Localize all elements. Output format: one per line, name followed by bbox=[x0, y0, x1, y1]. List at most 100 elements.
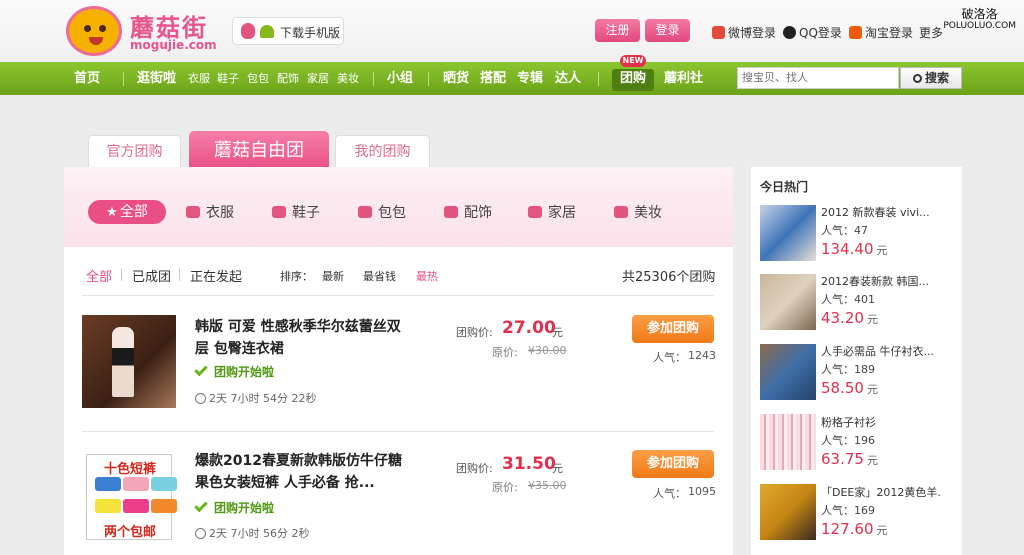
deal-countdown: 2天 7小时 56分 2秒 bbox=[195, 525, 309, 541]
watermark: 破洛洛 POLUOLUO.COM bbox=[943, 8, 1016, 32]
clock-icon bbox=[195, 528, 206, 539]
sort-hottest[interactable]: 最热 bbox=[416, 268, 438, 284]
hot-item-unit: 元 bbox=[876, 244, 888, 257]
hot-item-name[interactable]: 粉格子衬衫 bbox=[821, 414, 941, 430]
hot-item-thumbnail[interactable] bbox=[760, 414, 816, 470]
nav-sub-home[interactable]: 家居 bbox=[307, 62, 329, 95]
hot-item-pop-label: 人气： bbox=[821, 293, 854, 306]
deal-countdown: 2天 7小时 54分 22秒 bbox=[195, 390, 316, 406]
hot-item-price-value: 134.40 bbox=[821, 240, 874, 258]
taobao-icon bbox=[849, 26, 862, 39]
hot-item-thumbnail[interactable] bbox=[760, 484, 816, 540]
hot-item-name[interactable]: 2012春装新款 韩国... bbox=[821, 273, 941, 289]
ring-icon bbox=[444, 206, 458, 218]
nav-sub-clothes[interactable]: 衣服 bbox=[188, 62, 210, 95]
category-clothes[interactable]: 衣服 bbox=[186, 202, 234, 224]
weibo-login-link[interactable]: 微博登录 bbox=[712, 24, 776, 41]
nav-home[interactable]: 首页 bbox=[74, 62, 100, 95]
category-beauty[interactable]: 美妆 bbox=[614, 202, 662, 224]
register-button[interactable]: 注册 bbox=[595, 19, 640, 42]
cup-icon bbox=[528, 206, 542, 218]
nav-show[interactable]: 晒货 bbox=[443, 62, 469, 95]
popularity-label: 人气： bbox=[653, 487, 686, 500]
price-unit: 元 bbox=[552, 462, 563, 475]
hot-item-price: 63.75 元 bbox=[821, 450, 878, 468]
shirt-icon bbox=[186, 206, 200, 218]
deal-thumbnail[interactable]: 十色短裤 两个包邮 bbox=[86, 454, 177, 540]
filter-all[interactable]: 全部 bbox=[86, 266, 112, 285]
deal-title[interactable]: 韩版 可爱 性感秋季华尔兹蕾丝双层 包臀连衣裙 bbox=[195, 316, 410, 360]
nav-expert[interactable]: 达人 bbox=[555, 62, 581, 95]
tab-my-tuan[interactable]: 我的团购 bbox=[335, 135, 430, 167]
hot-item-thumbnail[interactable] bbox=[760, 274, 816, 330]
hot-item-thumbnail[interactable] bbox=[760, 205, 816, 261]
brand-url: mogujie.com bbox=[130, 38, 217, 52]
nav-sub-accessories[interactable]: 配饰 bbox=[277, 62, 299, 95]
deal-price: 31.50 bbox=[502, 454, 556, 474]
hot-item-popularity: 人气：189 bbox=[821, 361, 875, 377]
nav-sub-beauty[interactable]: 美妆 bbox=[337, 62, 359, 95]
qq-login-link[interactable]: QQ登录 bbox=[783, 24, 842, 41]
bag-icon bbox=[358, 206, 372, 218]
hot-item-popularity: 人气：47 bbox=[821, 222, 868, 238]
deal-thumbnail[interactable] bbox=[82, 315, 176, 408]
deal-title[interactable]: 爆款2012春夏新款韩版仿牛仔糖果色女装短裤 人手必备 抢... bbox=[195, 450, 410, 494]
category-all-button[interactable]: ★ 全部 bbox=[88, 200, 166, 224]
tab-free-tuan[interactable]: 蘑菇自由团 bbox=[189, 131, 329, 171]
search-button[interactable]: 搜索 bbox=[900, 67, 962, 89]
hot-item-pop-value: 401 bbox=[854, 293, 875, 306]
price-label: 团购价: bbox=[456, 462, 493, 475]
nav-welfare[interactable]: 蘑利社 bbox=[664, 62, 703, 95]
thumbnail-caption-top: 十色短裤 bbox=[103, 462, 156, 477]
check-icon bbox=[194, 362, 208, 377]
hot-item-name[interactable]: 「DEE家」2012黄色羊... bbox=[821, 484, 941, 500]
category-home[interactable]: 家居 bbox=[528, 202, 576, 224]
search-input[interactable] bbox=[737, 67, 899, 89]
deal-countdown-label: 2天 7小时 54分 22秒 bbox=[209, 392, 317, 405]
nav-sub-shoes[interactable]: 鞋子 bbox=[217, 62, 239, 95]
hot-item-unit: 元 bbox=[866, 383, 878, 396]
category-bags[interactable]: 包包 bbox=[358, 202, 406, 224]
filter-done[interactable]: 已成团 bbox=[132, 266, 171, 285]
category-shoes[interactable]: 鞋子 bbox=[272, 202, 320, 224]
hot-item-name[interactable]: 人手必需品 牛仔衬衣... bbox=[821, 343, 941, 359]
login-button[interactable]: 登录 bbox=[645, 19, 690, 42]
nav-sub-bags[interactable]: 包包 bbox=[247, 62, 269, 95]
join-tuan-button[interactable]: 参加团购 bbox=[632, 450, 714, 478]
hot-item-popularity: 人气：196 bbox=[821, 432, 875, 448]
hot-item-pop-label: 人气： bbox=[821, 504, 854, 517]
mushroom-logo-icon[interactable] bbox=[66, 6, 122, 56]
hot-item-name[interactable]: 2012 新款春装 vivi... bbox=[821, 204, 941, 220]
divider bbox=[82, 431, 714, 432]
sort-newest[interactable]: 最新 bbox=[322, 268, 344, 284]
sort-cheapest[interactable]: 最省钱 bbox=[363, 268, 396, 284]
nav-group[interactable]: 小组 bbox=[387, 62, 413, 95]
hot-item-pop-value: 169 bbox=[854, 504, 875, 517]
deal-status: 团购开始啦 bbox=[194, 362, 274, 380]
hot-item-price-value: 43.20 bbox=[821, 309, 864, 327]
android-icon bbox=[260, 25, 274, 38]
tab-official-tuan[interactable]: 官方团购 bbox=[88, 135, 181, 167]
apple-icon bbox=[241, 23, 255, 39]
price-unit: 元 bbox=[552, 326, 563, 339]
nav-album[interactable]: 专辑 bbox=[517, 62, 543, 95]
hot-item-thumbnail[interactable] bbox=[760, 344, 816, 400]
taobao-login-link[interactable]: 淘宝登录 bbox=[849, 24, 913, 41]
nav-divider bbox=[428, 72, 429, 86]
mobile-download-button[interactable]: 下载手机版 bbox=[232, 17, 344, 45]
hot-item-pop-value: 196 bbox=[854, 434, 875, 447]
category-label: 衣服 bbox=[206, 205, 234, 221]
hot-item-price: 127.60 元 bbox=[821, 520, 888, 538]
hot-item-popularity: 人气：169 bbox=[821, 502, 875, 518]
category-accessories[interactable]: 配饰 bbox=[444, 202, 492, 224]
popularity-label: 人气： bbox=[653, 351, 686, 364]
filter-ongoing[interactable]: 正在发起 bbox=[190, 266, 242, 285]
nav-browse[interactable]: 逛街啦 bbox=[137, 62, 176, 95]
taobao-login-label: 淘宝登录 bbox=[865, 26, 914, 40]
hot-item-pop-label: 人气： bbox=[821, 224, 854, 237]
more-login-link[interactable]: 更多 bbox=[919, 24, 943, 41]
nav-match[interactable]: 搭配 bbox=[480, 62, 506, 95]
join-tuan-button[interactable]: 参加团购 bbox=[632, 315, 714, 343]
new-badge: NEW bbox=[620, 55, 646, 67]
filter-divider bbox=[121, 268, 122, 281]
